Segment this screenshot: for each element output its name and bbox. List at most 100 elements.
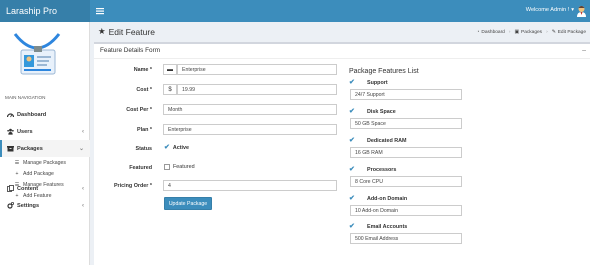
sidebar-item-label: Packages — [17, 145, 43, 152]
checkmark-icon: ✔ — [349, 79, 355, 86]
label-text: Name — [133, 67, 149, 73]
feature-label-text: Support — [367, 80, 388, 86]
required-mark: * — [149, 107, 152, 113]
cost-label: Cost * — [94, 87, 152, 93]
breadcrumb: ◔ Dashboard › ▣ Packages › ✎ Edit Packag… — [476, 30, 586, 35]
sidebar-subitem-label: Add Package — [23, 171, 54, 177]
checkbox-label: Featured — [173, 164, 195, 170]
cost-per-label: Cost Per * — [94, 107, 152, 113]
breadcrumb-packages[interactable]: Packages — [521, 30, 542, 35]
package-icon: ▣ — [514, 30, 519, 35]
checkmark-icon: ✔ — [164, 144, 170, 151]
name-addon: ▬ — [163, 64, 177, 75]
checkmark-icon: ✔ — [349, 223, 355, 230]
chevron-left-icon: ‹ — [82, 202, 84, 209]
profile-badge-image — [13, 33, 61, 75]
update-package-button[interactable]: Update Package — [164, 197, 212, 210]
checkmark-icon: ✔ — [349, 108, 355, 115]
breadcrumb-dashboard[interactable]: Dashboard — [481, 30, 504, 35]
sidebar-item-settings[interactable]: Settings ‹ — [0, 197, 90, 214]
required-mark: * — [149, 183, 152, 189]
feature-label-text: Disk Space — [367, 109, 396, 115]
name-input[interactable]: Enterprise — [177, 64, 337, 75]
pricing-order-label: Pricing Order * — [94, 183, 152, 189]
minus-icon: – — [582, 47, 586, 54]
feature-ram-label[interactable]: ✔ Dedicated RAM — [349, 137, 407, 144]
cost-prefix: $ — [163, 84, 177, 95]
sidebar-subitem-label: Manage Packages — [23, 160, 66, 166]
checkmark-icon: ✔ — [349, 195, 355, 202]
sidebar-item-dashboard[interactable]: Dashboard — [0, 106, 90, 123]
brand-name[interactable]: Laraship Pro — [6, 6, 57, 16]
sidebar-item-label: Content — [17, 185, 39, 192]
user-avatar[interactable] — [576, 5, 587, 17]
feature-email-accounts-label[interactable]: ✔ Email Accounts — [349, 223, 407, 230]
sidebar-item-label: Dashboard — [17, 111, 47, 118]
feature-addon-domain-label[interactable]: ✔ Add-on Domain — [349, 195, 408, 202]
users-icon — [7, 128, 14, 135]
sidebar-item-users[interactable]: Users ‹ — [0, 123, 90, 140]
feature-ram-input[interactable]: 16 GB RAM — [350, 147, 462, 158]
feature-label-text: Add-on Domain — [367, 196, 408, 202]
sidebar-subitem-manage-packages[interactable]: ☰ Manage Packages — [14, 160, 66, 166]
status-checkbox[interactable]: ✔ Active — [164, 144, 190, 151]
plan-label: Plan * — [94, 127, 152, 133]
user-menu-toggle[interactable]: Welcome Admin ! ▾ — [526, 7, 574, 13]
featured-checkbox[interactable]: Featured — [164, 164, 195, 170]
feature-support-input[interactable]: 24/7 Support — [350, 89, 462, 100]
breadcrumb-current: Edit Package — [557, 30, 586, 35]
copy-icon — [7, 185, 14, 192]
feature-disk-space-input[interactable]: 50 GB Space — [350, 118, 462, 129]
sidebar-item-content[interactable]: Content ‹ — [0, 180, 90, 197]
featured-label: Featured — [129, 165, 152, 171]
checkbox-label: Active — [172, 145, 190, 151]
label-text: Cost — [136, 87, 149, 93]
plus-icon: + — [15, 171, 19, 177]
navbar: Welcome Admin ! ▾ — [90, 0, 590, 22]
sidebar-item-label: Users — [17, 128, 33, 135]
sidebar: MAIN NAVIGATION Dashboard Users ‹ Packag… — [0, 22, 90, 265]
chevron-left-icon: ‹ — [82, 128, 84, 135]
collapse-button[interactable]: – — [582, 47, 586, 54]
feature-addon-domain-input[interactable]: 10 Add-on Domain — [350, 205, 462, 216]
hamburger-icon — [96, 8, 104, 15]
page-title: ★ Edit Feature — [98, 26, 155, 37]
top-header: Laraship Pro Welcome Admin ! ▾ — [0, 0, 590, 22]
cost-per-input[interactable]: Month — [163, 104, 337, 115]
package-icon — [7, 145, 14, 152]
label-text: Pricing Order — [113, 183, 149, 189]
feature-processors-input[interactable]: 8 Core CPU — [350, 176, 462, 187]
checkbox-box[interactable] — [164, 164, 170, 170]
feature-label-text: Processors — [367, 167, 397, 173]
box-title: Feature Details Form — [100, 47, 161, 54]
feature-disk-space-label[interactable]: ✔ Disk Space — [349, 108, 396, 115]
checkmark-icon: ✔ — [349, 137, 355, 144]
label-text: Cost Per — [126, 107, 149, 113]
cost-input[interactable]: 19.99 — [177, 84, 337, 95]
checkmark-icon: ✔ — [349, 166, 355, 173]
plan-input[interactable]: Enterprise — [163, 124, 337, 135]
sidebar-toggle-button[interactable] — [90, 0, 110, 22]
sidebar-item-packages[interactable]: Packages ⌄ — [0, 140, 90, 157]
breadcrumb-separator: › — [508, 30, 511, 35]
status-label: Status — [135, 146, 152, 152]
required-mark: * — [149, 127, 152, 133]
features-title: Package Features List — [349, 68, 419, 75]
label-text: Plan — [137, 127, 149, 133]
feature-processors-label[interactable]: ✔ Processors — [349, 166, 397, 173]
sidebar-subitem-add-package[interactable]: + Add Package — [14, 171, 54, 177]
chevron-left-icon: ‹ — [82, 185, 84, 192]
required-mark: * — [149, 87, 152, 93]
breadcrumb-separator: › — [546, 30, 548, 35]
feature-support-label[interactable]: ✔ Support — [349, 79, 388, 86]
pricing-order-input[interactable]: 4 — [163, 180, 337, 191]
star-icon: ★ — [98, 26, 106, 36]
dashboard-icon: ◔ — [476, 30, 480, 35]
feature-label-text: Dedicated RAM — [367, 138, 407, 144]
brand-logo[interactable]: Laraship Pro — [0, 0, 90, 22]
feature-email-accounts-input[interactable]: 500 Email Address — [350, 233, 462, 244]
dashboard-icon — [7, 111, 14, 118]
name-label: Name * — [94, 67, 152, 73]
pencil-icon: ✎ — [551, 30, 556, 35]
feature-details-box: Feature Details Form – — [94, 42, 590, 265]
